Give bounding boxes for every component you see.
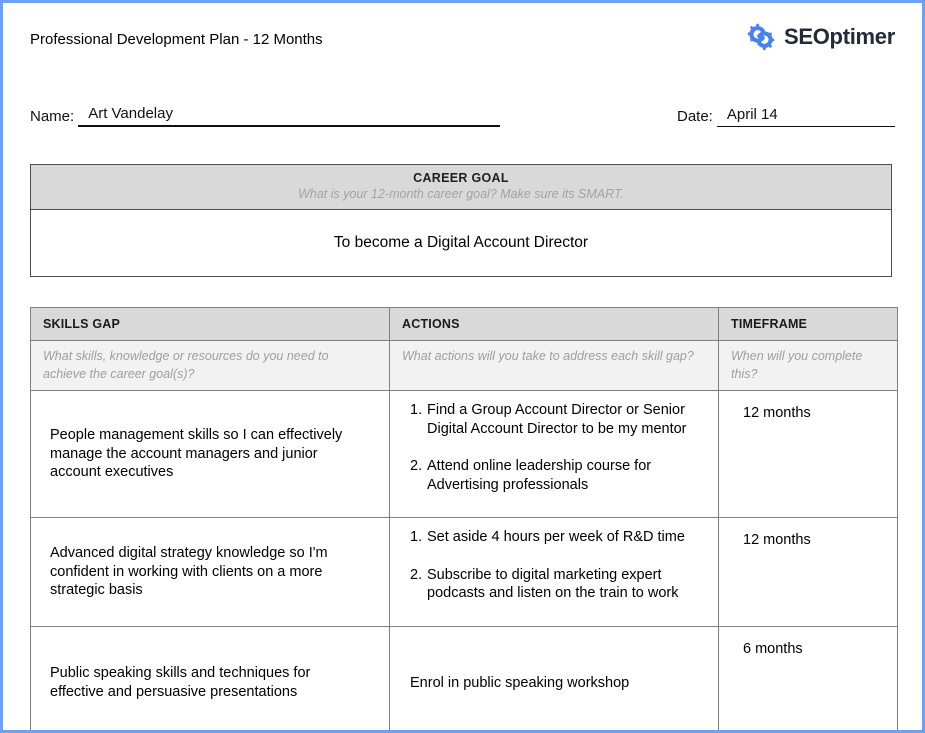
fields-row: Name: Art Vandelay Date: April 14 [30, 105, 895, 127]
name-field-group: Name: Art Vandelay [30, 105, 500, 127]
date-input[interactable]: April 14 [717, 106, 895, 127]
action-text: Set aside 4 hours per week of R&D time [427, 528, 704, 547]
action-text: Find a Group Account Director or Senior … [427, 401, 704, 438]
document-page: Professional Development Plan - 12 Month… [0, 0, 925, 733]
action-text: Enrol in public speaking workshop [410, 674, 704, 693]
page-title: Professional Development Plan - 12 Month… [30, 19, 323, 48]
brand-name: SEOptimer [784, 24, 895, 50]
document-header: Professional Development Plan - 12 Month… [30, 19, 895, 59]
prompt-actions: What actions will you take to address ea… [390, 341, 719, 391]
action-number: 2. [410, 566, 427, 603]
col-header-skills-gap: SKILLS GAP [31, 308, 390, 341]
seoptimer-logo: SEOptimer [745, 19, 895, 53]
seoptimer-gear-icon [745, 21, 777, 53]
actions-cell[interactable]: Enrol in public speaking workshop [390, 626, 719, 733]
name-label: Name: [30, 108, 74, 127]
career-goal-title: CAREER GOAL [31, 171, 891, 185]
career-goal-value[interactable]: To become a Digital Account Director [31, 210, 891, 276]
action-item: 1. Set aside 4 hours per week of R&D tim… [410, 528, 704, 547]
col-header-actions: ACTIONS [390, 308, 719, 341]
action-number: 1. [410, 528, 427, 547]
action-number: 1. [410, 401, 427, 438]
career-goal-header-band: CAREER GOAL What is your 12-month career… [31, 165, 891, 210]
timeframe-cell[interactable]: 12 months [719, 391, 898, 518]
prompt-timeframe: When will you complete this? [719, 341, 898, 391]
action-item: 2. Attend online leadership course for A… [410, 457, 704, 494]
career-goal-prompt: What is your 12-month career goal? Make … [31, 187, 891, 201]
skill-cell[interactable]: People management skills so I can effect… [31, 391, 390, 518]
timeframe-cell[interactable]: 6 months [719, 626, 898, 733]
actions-cell[interactable]: 1. Find a Group Account Director or Seni… [390, 391, 719, 518]
action-item: Enrol in public speaking workshop [410, 674, 704, 693]
action-item: 1. Find a Group Account Director or Seni… [410, 401, 704, 438]
table-row: Advanced digital strategy knowledge so I… [31, 518, 898, 627]
skill-cell[interactable]: Advanced digital strategy knowledge so I… [31, 518, 390, 627]
table-row: People management skills so I can effect… [31, 391, 898, 518]
prompt-skills-gap: What skills, knowledge or resources do y… [31, 341, 390, 391]
action-number: 2. [410, 457, 427, 494]
date-field-group: Date: April 14 [677, 106, 895, 127]
action-item: 2. Subscribe to digital marketing expert… [410, 566, 704, 603]
actions-cell[interactable]: 1. Set aside 4 hours per week of R&D tim… [390, 518, 719, 627]
timeframe-cell[interactable]: 12 months [719, 518, 898, 627]
name-input[interactable]: Art Vandelay [78, 105, 500, 127]
career-goal-section: CAREER GOAL What is your 12-month career… [30, 164, 892, 277]
date-label: Date: [677, 108, 713, 127]
action-text: Subscribe to digital marketing expert po… [427, 566, 704, 603]
col-header-timeframe: TIMEFRAME [719, 308, 898, 341]
plan-table: SKILLS GAP ACTIONS TIMEFRAME What skills… [30, 307, 898, 733]
action-text: Attend online leadership course for Adve… [427, 457, 704, 494]
skill-cell[interactable]: Public speaking skills and techniques fo… [31, 626, 390, 733]
plan-table-prompt-row: What skills, knowledge or resources do y… [31, 341, 898, 391]
plan-table-header-row: SKILLS GAP ACTIONS TIMEFRAME [31, 308, 898, 341]
table-row: Public speaking skills and techniques fo… [31, 626, 898, 733]
